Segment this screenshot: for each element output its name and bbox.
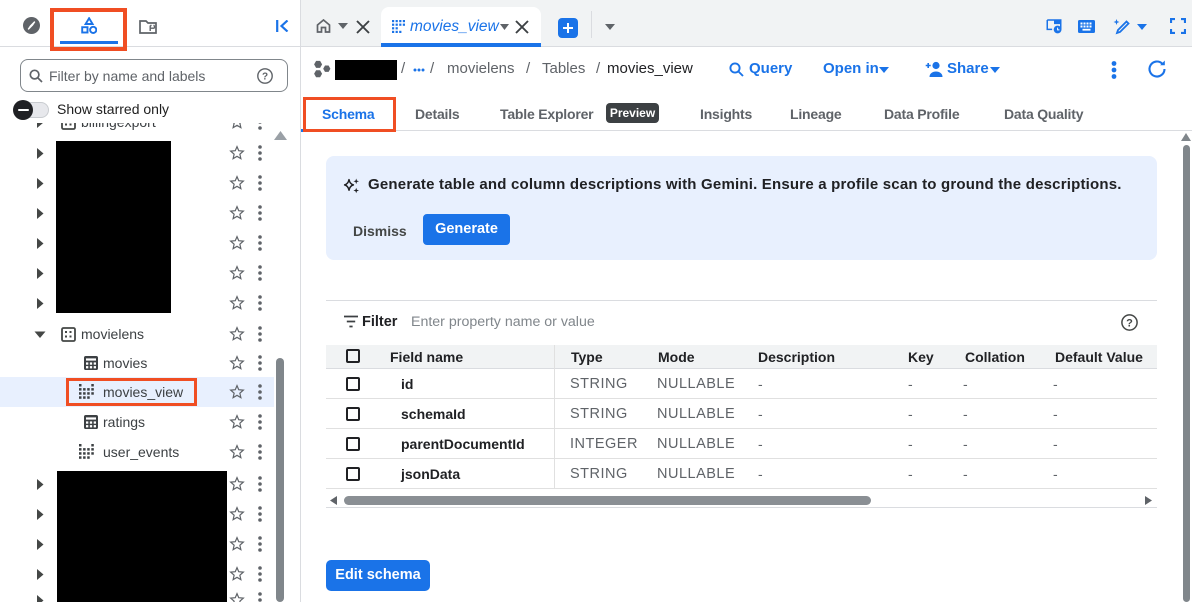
svg-text:?: ? — [262, 72, 268, 83]
svg-text:?: ? — [1126, 317, 1133, 329]
